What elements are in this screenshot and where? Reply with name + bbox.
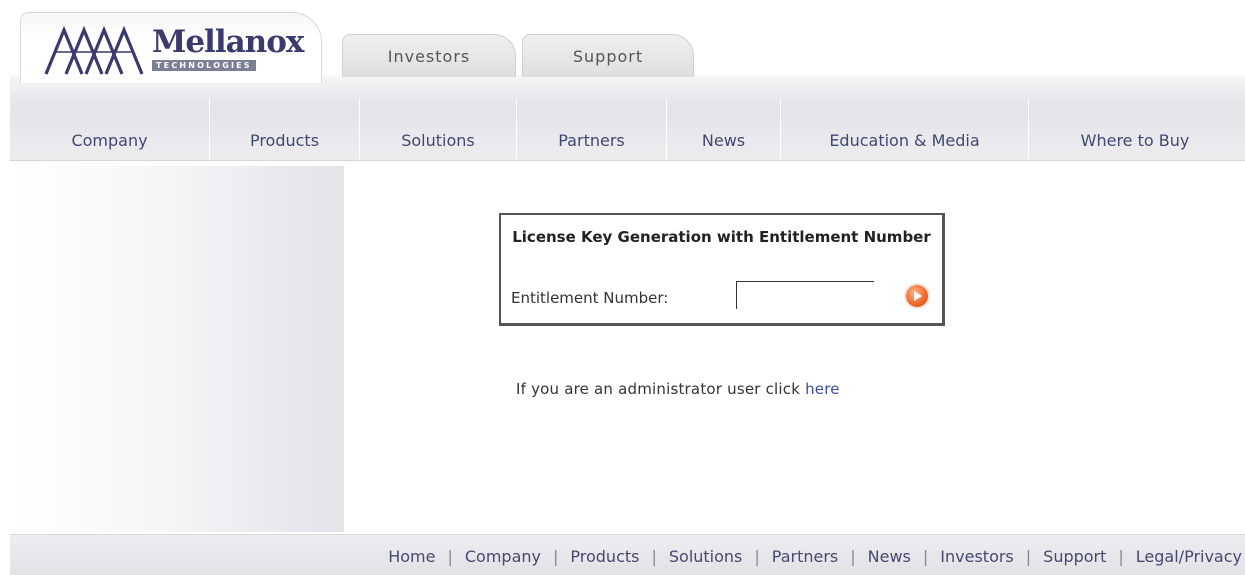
footer-separator: | (850, 547, 856, 566)
mellanox-logo[interactable]: Mellanox TECHNOLOGIES (44, 24, 304, 78)
site-footer: Home | Company | Products | Solutions | … (10, 534, 1245, 575)
tab-investors[interactable]: Investors (342, 34, 516, 77)
nav-item-partners[interactable]: Partners (517, 98, 667, 160)
admin-login-link[interactable]: here (805, 380, 840, 398)
entitlement-number-input[interactable] (736, 281, 874, 309)
play-arrow-icon (914, 291, 922, 301)
footer-link-support[interactable]: Support (1043, 547, 1106, 566)
footer-link-legal-privacy[interactable]: Legal/Privacy (1136, 547, 1242, 566)
admin-notice: If you are an administrator user click h… (516, 380, 840, 398)
license-key-form: License Key Generation with Entitlement … (499, 213, 945, 326)
footer-link-company[interactable]: Company (465, 547, 541, 566)
license-form-title: License Key Generation with Entitlement … (512, 228, 931, 246)
footer-link-products[interactable]: Products (570, 547, 639, 566)
entitlement-number-label: Entitlement Number: (511, 289, 669, 307)
footer-separator: | (651, 547, 657, 566)
nav-item-news[interactable]: News (667, 98, 781, 160)
tab-support[interactable]: Support (522, 34, 694, 77)
footer-links: Home | Company | Products | Solutions | … (10, 547, 1242, 566)
footer-link-partners[interactable]: Partners (772, 547, 838, 566)
left-sidebar (10, 166, 344, 532)
nav-item-education-media[interactable]: Education & Media (781, 98, 1029, 160)
footer-separator: | (754, 547, 760, 566)
footer-separator: | (1025, 547, 1032, 566)
nav-item-solutions[interactable]: Solutions (360, 98, 517, 160)
nav-item-company[interactable]: Company (10, 98, 210, 160)
footer-link-home[interactable]: Home (388, 547, 435, 566)
nav-item-products[interactable]: Products (210, 98, 360, 160)
footer-separator: | (1118, 547, 1124, 566)
admin-notice-text: If you are an administrator user click (516, 380, 801, 398)
nav-item-where-to-buy[interactable]: Where to Buy (1029, 98, 1241, 160)
logo-tagline: TECHNOLOGIES (152, 60, 256, 71)
footer-link-investors[interactable]: Investors (940, 547, 1013, 566)
footer-link-news[interactable]: News (868, 547, 911, 566)
footer-separator: | (922, 547, 929, 566)
logo-wordmark: Mellanox (152, 24, 304, 60)
footer-separator: | (447, 547, 453, 566)
submit-button[interactable] (906, 285, 928, 307)
footer-link-solutions[interactable]: Solutions (669, 547, 743, 566)
main-navigation: Company Products Solutions Partners News… (10, 98, 1245, 160)
mellanox-logo-mark-icon (44, 26, 144, 75)
footer-separator: | (553, 547, 559, 566)
